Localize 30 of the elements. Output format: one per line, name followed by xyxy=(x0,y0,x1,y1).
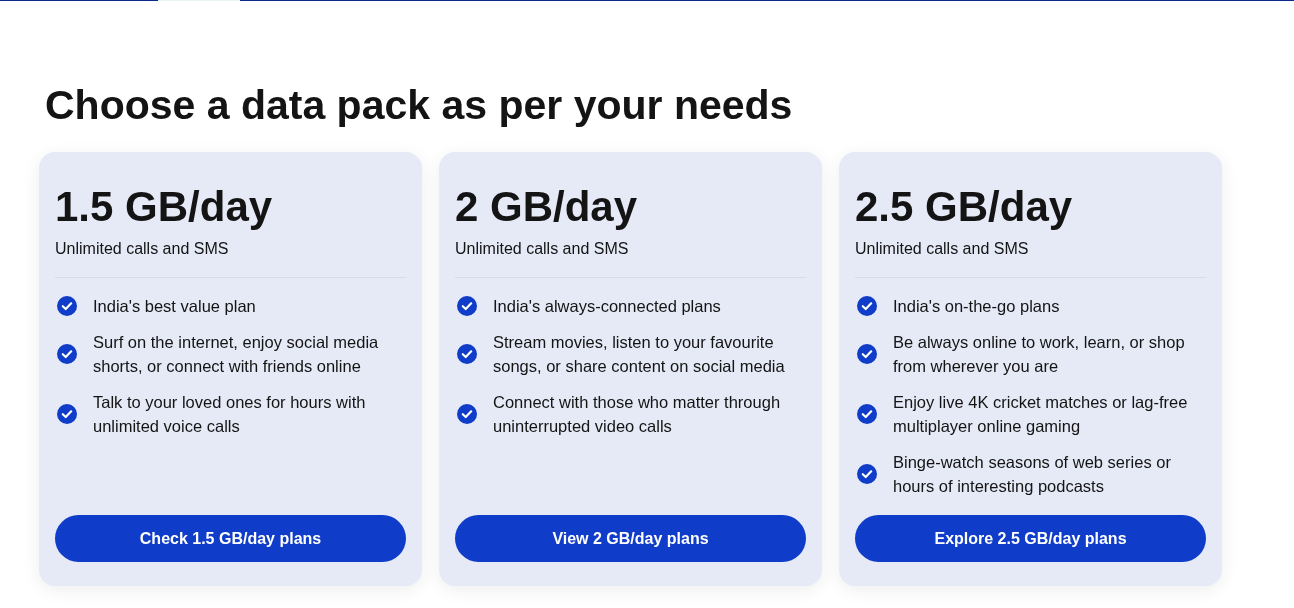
feature-text: India's best value plan xyxy=(93,296,256,317)
plan-title: 2.5 GB/day xyxy=(855,183,1073,231)
feature-text: Enjoy live 4K cricket matches or lag-free multiplayer online gaming xyxy=(893,392,1189,437)
plan-button[interactable]: Check 1.5 GB/day plans xyxy=(55,515,406,562)
check-icon xyxy=(857,464,877,484)
check-icon xyxy=(857,404,877,424)
feature-text: Connect with those who matter through uninterrupted video calls xyxy=(493,392,782,437)
check-icon xyxy=(857,344,877,364)
plan-button[interactable]: View 2 GB/day plans xyxy=(455,515,806,562)
feature-text: Be always online to work, learn, or shop from wherever you are xyxy=(893,332,1186,377)
plan-title: 2 GB/day xyxy=(455,183,638,231)
feature-text: Talk to your loved ones for hours with unlimited voice calls xyxy=(93,392,367,437)
section-heading: Choose a data pack as per your needs xyxy=(45,81,793,129)
plan-title: 1.5 GB/day xyxy=(55,183,273,231)
feature-text: Binge-watch seasons of web series or hours of interesting podcasts xyxy=(893,452,1172,497)
check-icon xyxy=(57,296,77,316)
check-icon xyxy=(457,404,477,424)
plan-subtitle: Unlimited calls and SMS xyxy=(55,239,229,259)
check-icon xyxy=(857,296,877,316)
feature-text: India's on-the-go plans xyxy=(893,296,1060,317)
plan-button[interactable]: Explore 2.5 GB/day plans xyxy=(855,515,1206,562)
check-icon xyxy=(457,296,477,316)
check-icon xyxy=(57,344,77,364)
feature-text: Stream movies, listen to your favourite songs, or share content on social media xyxy=(493,332,786,377)
check-icon xyxy=(457,344,477,364)
feature-text: Surf on the internet, enjoy social media shorts, or connect with friends online xyxy=(93,332,380,377)
feature-text: India's always-connected plans xyxy=(493,296,721,317)
plan-subtitle: Unlimited calls and SMS xyxy=(455,239,629,259)
check-icon xyxy=(57,404,77,424)
plan-subtitle: Unlimited calls and SMS xyxy=(855,239,1029,259)
